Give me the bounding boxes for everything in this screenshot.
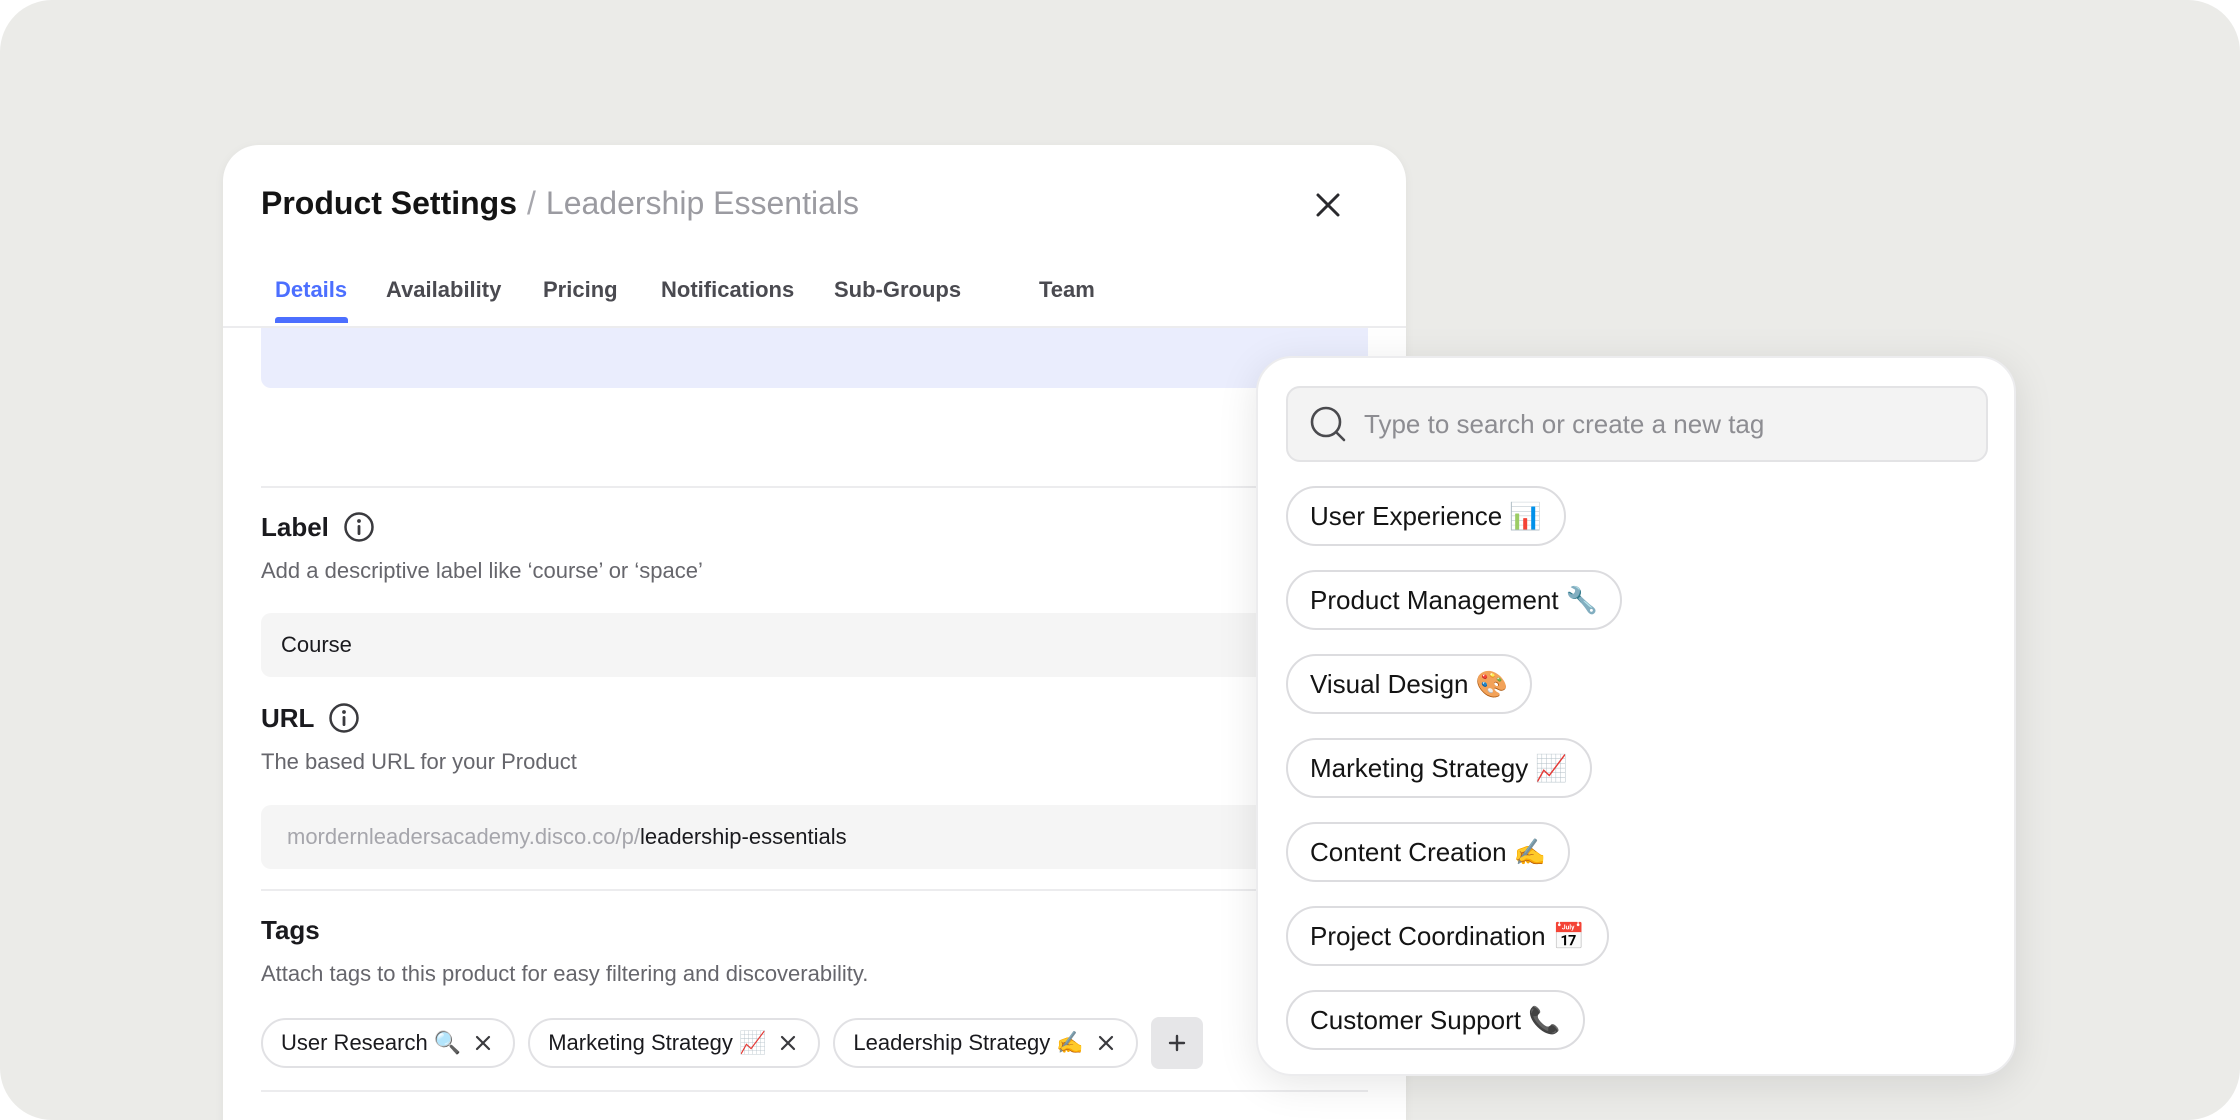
tag-chip: Leadership Strategy ✍️ [833,1018,1138,1068]
active-tab-indicator [275,317,348,323]
tag-chip: User Research 🔍 [261,1018,516,1068]
info-icon[interactable] [328,702,360,734]
url-input[interactable]: mordernleadersacademy.disco.co/p/leaders… [261,805,1368,869]
tag-options: User Experience 📊 Product Management 🔧 V… [1286,486,1623,1050]
tags-section-title: Tags [261,914,320,946]
label-heading: Label [261,512,329,542]
tag-option[interactable]: Content Creation ✍️ [1286,822,1571,882]
tab-notifications[interactable]: Notifications [661,275,794,305]
tags-heading: Tags [261,915,320,945]
search-icon [1308,404,1348,444]
close-icon [1316,193,1340,217]
info-icon[interactable] [343,511,375,543]
add-tag-button[interactable] [1150,1017,1203,1069]
url-description: The based URL for your Product [261,749,577,774]
tab-details[interactable]: Details [275,275,347,305]
remove-tag-icon[interactable] [1098,1035,1114,1051]
url-prefix: mordernleadersacademy.disco.co/p/ [287,824,640,849]
url-section-title: URL [261,702,360,734]
tab-pricing[interactable]: Pricing [543,275,618,305]
section-divider [261,1090,1368,1092]
title-separator: / [527,185,536,221]
tag-option[interactable]: Product Management 🔧 [1286,570,1623,630]
product-settings-modal: Product Settings / Leadership Essentials D… [223,145,1406,1120]
remove-tag-icon[interactable] [475,1035,491,1051]
url-heading: URL [261,703,315,733]
tag-label: User Research 🔍 [281,1030,462,1055]
tab-availability[interactable]: Availability [386,275,501,305]
tag-option[interactable]: User Experience 📊 [1286,486,1566,546]
info-banner [261,328,1368,388]
settings-tabs: Details Availability Pricing Notificatio… [261,275,1406,328]
label-description: Add a descriptive label like ‘course’ or… [261,558,703,583]
tag-picker-dropdown: User Experience 📊 Product Management 🔧 V… [1256,356,2016,1076]
plus-icon [1168,1034,1186,1052]
close-button[interactable] [1308,185,1348,225]
tag-label: Marketing Strategy 📈 [548,1030,767,1055]
label-section-title: Label [261,511,375,543]
section-divider [261,889,1368,891]
tag-option[interactable]: Visual Design 🎨 [1286,654,1533,714]
section-divider [261,486,1368,488]
tab-team[interactable]: Team [1039,275,1095,305]
tab-sub-groups[interactable]: Sub-Groups [834,275,961,305]
tag-search-input[interactable] [1362,407,1966,441]
tag-search-box[interactable] [1286,386,1988,462]
tag-option[interactable]: Marketing Strategy 📈 [1286,738,1592,798]
tag-option[interactable]: Project Coordination 📅 [1286,906,1610,966]
selected-tags: User Research 🔍 Marketing Strategy 📈 Lea… [261,1017,1203,1069]
tag-option[interactable]: Customer Support 📞 [1286,990,1585,1050]
app-background: Product Settings / Leadership Essentials D… [0,0,2240,1120]
label-input[interactable]: Course [261,613,1368,677]
tags-description: Attach tags to this product for easy fil… [261,961,869,986]
modal-title-main: Product Settings [261,185,518,221]
modal-title-product: Leadership Essentials [545,185,859,221]
tag-label: Leadership Strategy ✍️ [853,1030,1084,1055]
remove-tag-icon[interactable] [780,1035,796,1051]
url-slug: leadership-essentials [640,824,847,849]
modal-title: Product Settings / Leadership Essentials [261,181,859,225]
tag-chip: Marketing Strategy 📈 [528,1018,821,1068]
label-input-value: Course [281,632,352,657]
